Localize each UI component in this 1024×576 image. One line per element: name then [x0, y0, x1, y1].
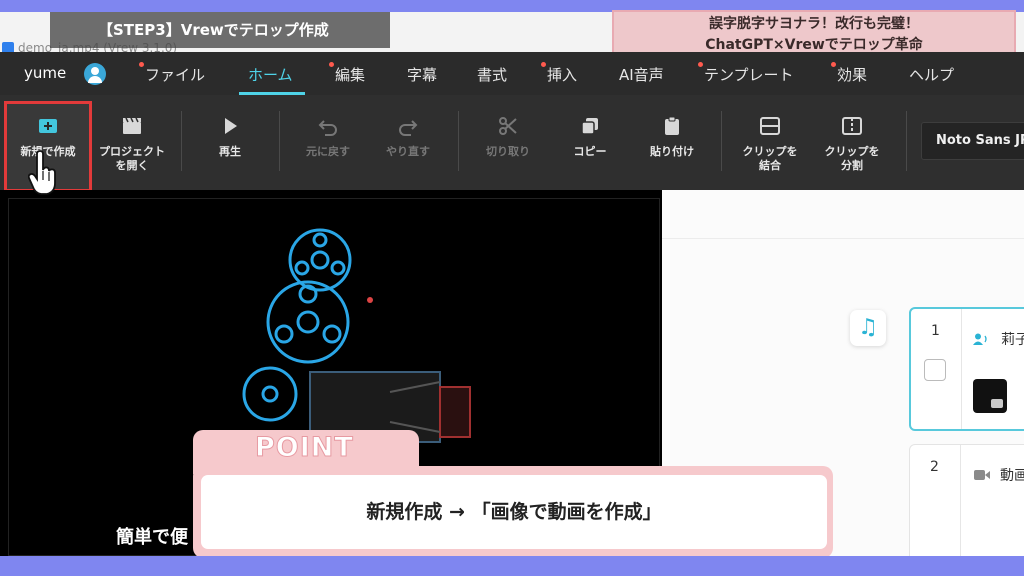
play-icon	[219, 115, 241, 137]
menu-insert-label: 挿入	[547, 66, 578, 84]
split-clip-button[interactable]: クリップを 分割	[819, 115, 885, 173]
merge-clip-icon	[759, 115, 781, 137]
menu-edit[interactable]: 編集	[329, 62, 366, 85]
redo-icon	[397, 115, 419, 137]
user-name[interactable]: yume	[24, 64, 66, 82]
menu-ai-voice-label: AI音声	[619, 66, 664, 84]
copy-icon	[579, 115, 601, 137]
menu-home-label: ホーム	[248, 66, 293, 84]
merge-clips-button[interactable]: クリップを 結合	[737, 115, 803, 173]
menu-effects-label: 効果	[837, 66, 868, 84]
scissors-icon	[497, 115, 519, 137]
step-banner: 【STEP3】Vrewでテロップ作成	[50, 12, 390, 48]
clip-divider	[961, 309, 962, 429]
menu-insert[interactable]: 挿入	[541, 62, 578, 85]
cut-label: 切り取り	[486, 145, 530, 158]
notification-dot	[831, 62, 836, 67]
paste-label: 貼り付け	[650, 145, 694, 158]
menu-template-label: テンプレート	[704, 66, 794, 84]
toolbar-separator	[906, 111, 907, 171]
user-avatar-icon[interactable]	[84, 63, 106, 85]
menu-bar: yume ファイル ホーム 編集 字幕 書式 挿入 AI音声 テンプレート 効果…	[0, 52, 1024, 95]
clip-number: 2	[930, 459, 939, 475]
menu-format-label: 書式	[477, 66, 508, 84]
menu-home[interactable]: ホーム	[248, 64, 293, 85]
redo-label: やり直す	[386, 145, 430, 158]
font-family-select[interactable]: Noto Sans JP	[921, 122, 1024, 160]
menu-edit-label: 編集	[335, 66, 366, 84]
clip-card[interactable]: 1 莉子	[909, 307, 1024, 431]
split-clip-icon	[841, 115, 863, 137]
clip-divider	[960, 445, 961, 563]
menu-subtitles-label: 字幕	[407, 66, 438, 84]
clipboard-icon	[661, 115, 683, 137]
menu-effects[interactable]: 効果	[831, 62, 868, 85]
notification-dot	[541, 62, 546, 67]
open-project-label-1: プロジェクト	[99, 145, 165, 158]
menu-template[interactable]: テンプレート	[698, 62, 794, 85]
menu-help-label: ヘルプ	[909, 66, 955, 84]
clip-card[interactable]: 2 動画	[909, 444, 1024, 564]
panel-divider	[662, 238, 1024, 239]
speaker-voice-icon	[973, 333, 987, 345]
headline-box: 誤字脱字サヨナラ！改行も完璧！ ChatGPT×Vrewでテロップ革命	[612, 10, 1016, 58]
film-projector-image	[242, 228, 471, 443]
menu-file-label: ファイル	[145, 66, 206, 84]
toolbar-separator	[181, 111, 182, 171]
clip-thumbnail[interactable]	[973, 379, 1007, 413]
clapperboard-icon	[121, 115, 143, 137]
notification-dot	[329, 62, 334, 67]
menu-format[interactable]: 書式	[477, 64, 507, 85]
undo-button[interactable]: 元に戻す	[298, 115, 358, 159]
toolbar: 新規で作成 プロジェクト を開く 再生 元に戻す やり直す 切り取り コピー 貼…	[0, 95, 1024, 190]
open-project-label-2: を開く	[115, 159, 149, 172]
clip-checkbox[interactable]	[924, 359, 946, 381]
speaker-name[interactable]: 莉子	[1001, 329, 1024, 349]
notification-dot	[139, 62, 144, 67]
split-clip-label-1: クリップを	[824, 145, 880, 158]
open-project-button[interactable]: プロジェクト を開く	[92, 115, 172, 173]
copy-button[interactable]: コピー	[560, 115, 620, 159]
cut-button[interactable]: 切り取り	[478, 115, 538, 159]
preview-subtitle: 簡単で便	[116, 527, 188, 548]
toolbar-separator	[279, 111, 280, 171]
menu-file[interactable]: ファイル	[139, 62, 206, 85]
undo-label: 元に戻す	[306, 145, 350, 158]
play-button[interactable]: 再生	[200, 115, 260, 159]
split-clip-label-2: 分割	[841, 159, 863, 172]
merge-clips-label-1: クリップを	[742, 145, 798, 158]
play-label: 再生	[219, 145, 241, 158]
toolbar-separator	[458, 111, 459, 171]
point-instruction: 新規作成 → 「画像で動画を作成」	[201, 475, 827, 549]
point-label: POINT	[255, 432, 354, 464]
music-note-icon[interactable]: ♫	[850, 310, 886, 346]
hand-pointer-cursor-icon	[28, 150, 56, 195]
toolbar-separator	[721, 111, 722, 171]
clip-number: 1	[931, 323, 940, 339]
merge-clips-label-2: 結合	[759, 159, 781, 172]
point-tab: POINT	[193, 430, 419, 474]
redo-button[interactable]: やり直す	[378, 115, 438, 159]
menu-help[interactable]: ヘルプ	[909, 64, 954, 85]
clip-video-label: 動画	[1000, 468, 1024, 484]
undo-icon	[317, 115, 339, 137]
frame-bottom-bar	[0, 556, 1024, 576]
headline-line-1: 誤字脱字サヨナラ！改行も完璧！	[709, 16, 919, 32]
copy-label: コピー	[573, 145, 607, 158]
video-camera-icon	[974, 470, 990, 480]
menu-ai-voice[interactable]: AI音声	[619, 64, 664, 85]
paste-button[interactable]: 貼り付け	[640, 115, 704, 159]
notification-dot	[698, 62, 703, 67]
menu-subtitles[interactable]: 字幕	[407, 64, 437, 85]
